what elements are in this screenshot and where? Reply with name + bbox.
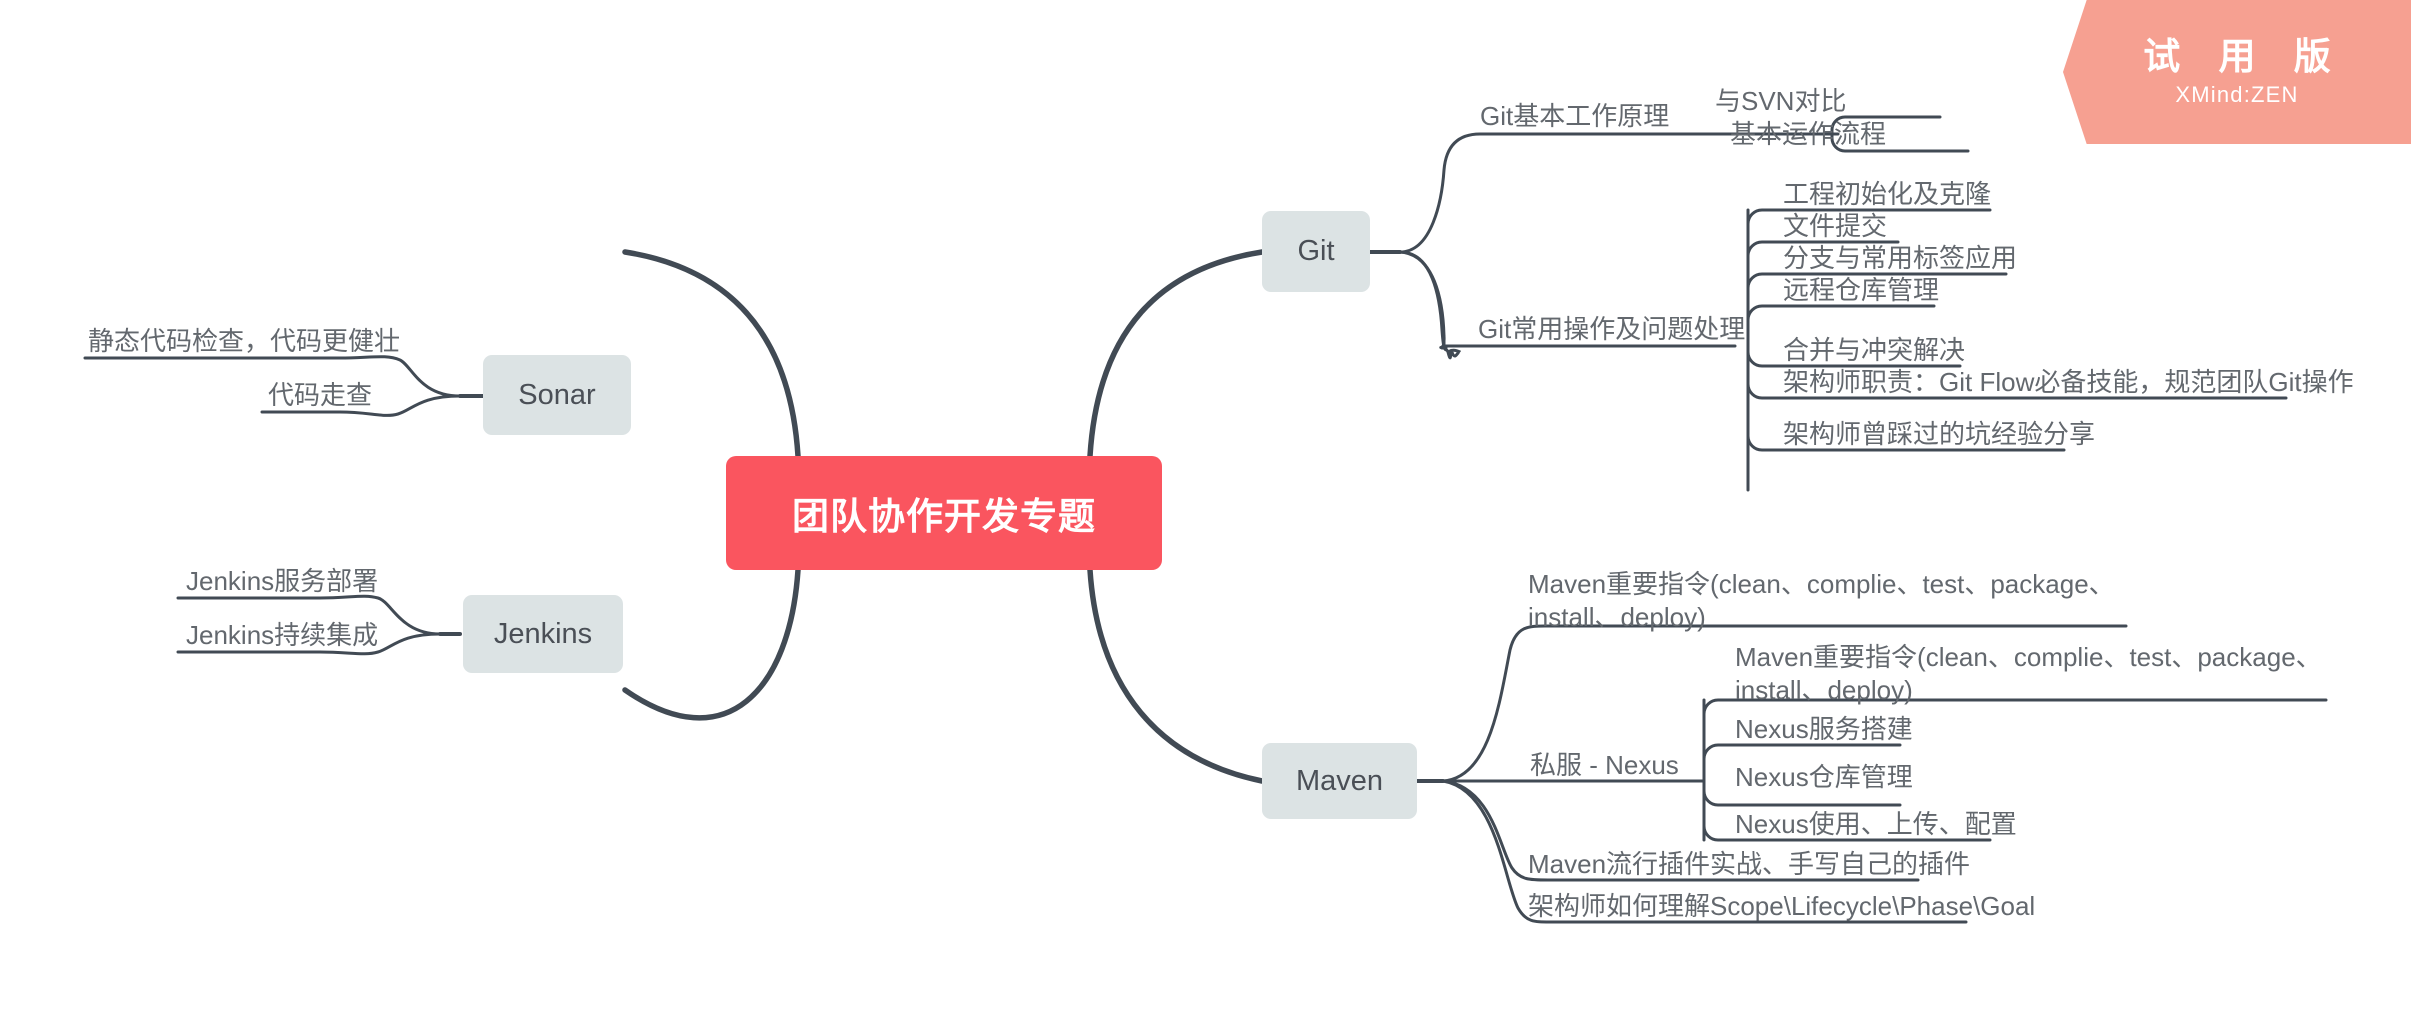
- branch-node-jenkins[interactable]: Jenkins: [463, 595, 623, 673]
- branch-label-maven: Maven: [1295, 764, 1384, 797]
- topic-basic-flow[interactable]: 基本运作流程: [1730, 118, 1886, 151]
- topic-git-branch-tag[interactable]: 分支与常用标签应用: [1783, 242, 2017, 275]
- ul-nexus-build: [1702, 743, 1902, 761]
- branch-node-sonar[interactable]: Sonar: [483, 355, 631, 435]
- topic-jenkins-ci[interactable]: Jenkins持续集成: [186, 619, 378, 652]
- trial-version-ribbon: 试 用 版 XMind:ZEN: [2063, 0, 2411, 144]
- edge-git-ops-b: [1398, 250, 1448, 350]
- topic-nexus-private[interactable]: 私服 - Nexus: [1530, 749, 1679, 782]
- topic-git-flow-duty[interactable]: 架构师职责：Git Flow必备技能，规范团队Git操作: [1783, 366, 2354, 399]
- topic-nexus-maven-commands[interactable]: Maven重要指令(clean、complie、test、package、ins…: [1735, 641, 2335, 708]
- topic-git-remote-repo[interactable]: 远程仓库管理: [1783, 274, 1939, 307]
- root-node[interactable]: 团队协作开发专题: [726, 456, 1162, 570]
- topic-nexus-build[interactable]: Nexus服务搭建: [1735, 713, 1913, 746]
- branch-label-jenkins: Jenkins: [493, 617, 593, 650]
- topic-git-pitfalls[interactable]: 架构师曾踩过的坑经验分享: [1783, 418, 2095, 451]
- branch-label-git: Git: [1297, 235, 1335, 267]
- topic-git-init-clone[interactable]: 工程初始化及克隆: [1783, 178, 1991, 211]
- mindmap-canvas: 团队协作开发专题 Git Maven Sonar Jenkins Git基本工作…: [0, 0, 2411, 1021]
- topic-jenkins-deploy[interactable]: Jenkins服务部署: [186, 565, 378, 598]
- product-name-label: XMind:ZEN: [2175, 82, 2299, 107]
- topic-maven-plugins[interactable]: Maven流行插件实战、手写自己的插件: [1528, 848, 1970, 881]
- edge-git-principle: [1398, 132, 1840, 254]
- root-label: 团队协作开发专题: [792, 496, 1096, 537]
- topic-maven-commands[interactable]: Maven重要指令(clean、complie、test、package、ins…: [1528, 568, 2128, 635]
- topic-git-file-commit[interactable]: 文件提交: [1783, 210, 1887, 243]
- edge-root-maven: [1087, 567, 1265, 784]
- topic-maven-scope-lifecycle[interactable]: 架构师如何理解Scope\Lifecycle\Phase\Goal: [1528, 890, 2035, 923]
- topic-sonar-static-check[interactable]: 静态代码检查，代码更健壮: [88, 325, 400, 358]
- topic-nexus-usage[interactable]: Nexus使用、上传、配置: [1735, 808, 2017, 841]
- topic-git-merge-conflict[interactable]: 合并与冲突解决: [1783, 334, 1965, 367]
- edge-root-sonar: [622, 249, 801, 459]
- trial-version-title: 试 用 版: [2143, 36, 2345, 77]
- ul-git-remote: [1746, 304, 1936, 322]
- connector-lines: [83, 115, 2328, 924]
- topic-git-principle[interactable]: Git基本工作原理: [1480, 100, 1669, 133]
- branch-label-sonar: Sonar: [518, 378, 596, 411]
- topic-sonar-code-review[interactable]: 代码走查: [268, 379, 372, 412]
- edge-root-jenkins: [622, 567, 801, 721]
- topic-git-operations[interactable]: Git常用操作及问题处理: [1478, 313, 1745, 346]
- branch-node-maven[interactable]: Maven: [1262, 743, 1417, 819]
- topic-svn-compare[interactable]: 与SVN对比: [1715, 85, 1846, 118]
- branch-node-git[interactable]: Git: [1262, 211, 1370, 292]
- edge-root-git: [1087, 249, 1265, 459]
- edge-git-ops-a: [1398, 250, 1462, 360]
- topic-nexus-repo-mgmt[interactable]: Nexus仓库管理: [1735, 761, 1913, 794]
